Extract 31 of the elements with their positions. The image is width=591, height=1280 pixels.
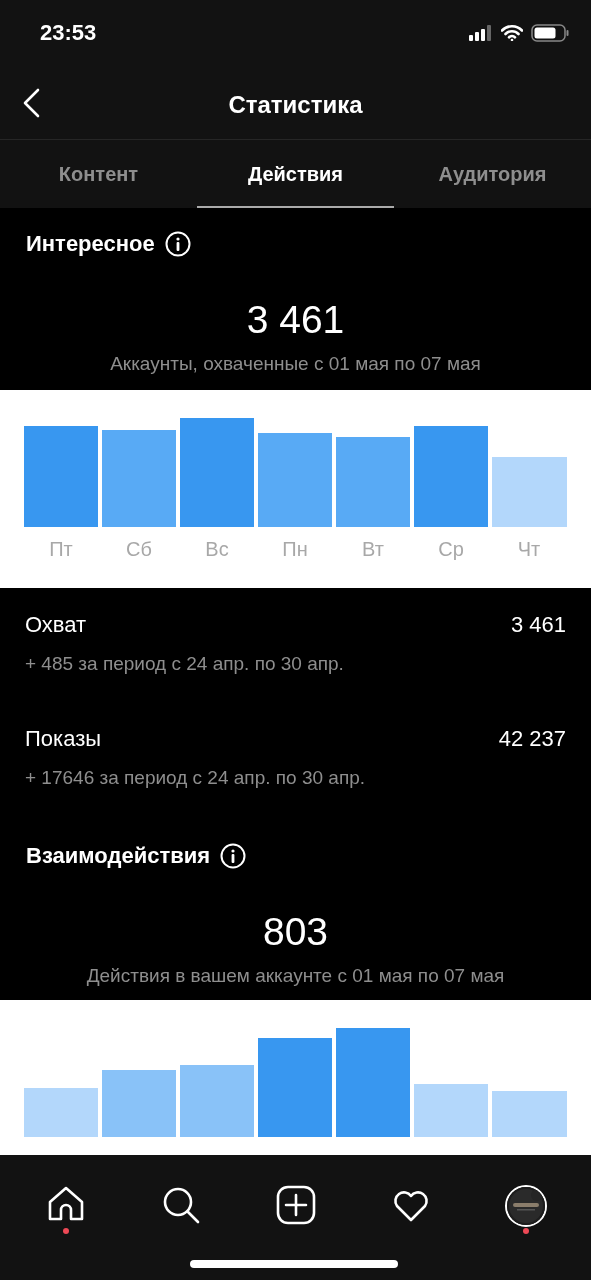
day-label: Пт — [48, 538, 74, 561]
battery-icon — [531, 24, 569, 42]
info-icon[interactable] — [164, 231, 191, 257]
info-icon[interactable] — [220, 843, 247, 869]
total-count: 3 461 — [246, 297, 345, 343]
day-label: Вт — [361, 538, 385, 561]
section-title: Взаимодействия — [26, 843, 211, 869]
page-title: Статистика — [228, 90, 363, 119]
add-icon[interactable] — [275, 1185, 316, 1225]
section-title: Интересное — [26, 231, 155, 257]
metric-value: 3 461 — [510, 611, 566, 639]
status-time: 23:53 — [40, 20, 97, 46]
profile-avatar[interactable] — [504, 1185, 547, 1227]
day-label: Вс — [204, 538, 230, 561]
day-label: Ср — [437, 538, 465, 561]
period-caption: Аккаунты, охваченные с 01 мая по 07 мая — [110, 353, 481, 375]
total-count: 803 — [262, 909, 329, 955]
metric-label: Охват — [25, 611, 87, 639]
wifi-icon — [501, 25, 523, 41]
signal-icon — [469, 25, 493, 41]
metric-value: 42 237 — [498, 725, 566, 753]
metric-change: + 17646 за период с 24 апр. по 30 апр. — [25, 766, 366, 790]
tab[interactable]: Контент — [0, 140, 197, 208]
metric-change: + 485 за период с 24 апр. по 30 апр. — [25, 652, 345, 676]
day-label: Чт — [516, 538, 542, 561]
day-label: Пн — [281, 538, 309, 561]
metric-label: Показы — [25, 725, 102, 753]
period-caption: Действия в вашем аккаунте с 01 мая по 07 мая — [86, 965, 505, 987]
day-label: Сб — [125, 538, 153, 561]
tab[interactable]: Аудитория — [394, 140, 591, 208]
back-icon[interactable] — [22, 88, 40, 118]
